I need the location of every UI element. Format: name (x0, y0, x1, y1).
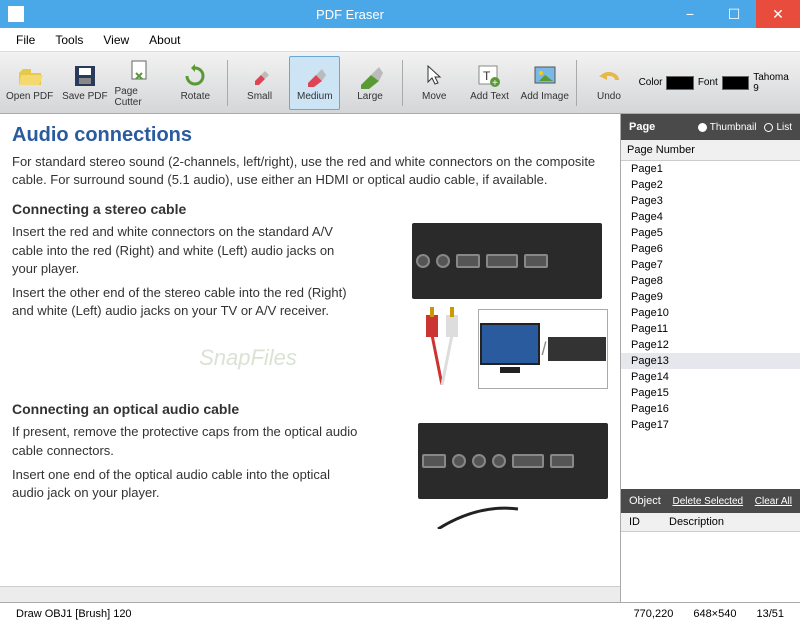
status-coords: 770,220 (624, 608, 684, 620)
save-pdf-button[interactable]: Save PDF (59, 56, 110, 110)
optical-cable-icon (418, 499, 608, 529)
folder-open-icon (16, 63, 44, 89)
content-area: Audio connections For standard stereo so… (0, 114, 800, 602)
delete-selected-link[interactable]: Delete Selected (672, 496, 743, 507)
color-picker[interactable] (666, 76, 693, 90)
undo-icon (595, 63, 623, 89)
page-cutter-button[interactable]: Page Cutter (114, 56, 165, 110)
object-panel-header: Object Delete Selected Clear All (621, 489, 800, 513)
window-controls: − ☐ ✕ (668, 0, 800, 28)
page-list-item[interactable]: Page12 (621, 337, 800, 353)
menu-file[interactable]: File (6, 31, 45, 49)
cursor-icon (420, 63, 448, 89)
figure-device-back-2 (418, 423, 608, 529)
page-list-item[interactable]: Page2 (621, 177, 800, 193)
doc-subheading: Connecting a stereo cable (12, 201, 608, 217)
separator (402, 60, 403, 106)
separator (576, 60, 577, 106)
object-header-label: Object (629, 495, 661, 507)
page-list-item[interactable]: Page4 (621, 209, 800, 225)
page-list-item[interactable]: Page5 (621, 225, 800, 241)
font-color-picker[interactable] (722, 76, 749, 90)
page-panel-header: Page Thumbnail List (621, 114, 800, 140)
page-list-item[interactable]: Page9 (621, 289, 800, 305)
page-list-item[interactable]: Page8 (621, 273, 800, 289)
separator (227, 60, 228, 106)
rca-cable-icon (412, 305, 472, 385)
doc-subheading: Connecting an optical audio cable (12, 401, 608, 417)
minimize-button[interactable]: − (668, 0, 712, 28)
horizontal-scrollbar[interactable] (0, 586, 620, 602)
clear-all-link[interactable]: Clear All (755, 496, 792, 507)
page-list-item[interactable]: Page16 (621, 401, 800, 417)
object-desc-col[interactable]: Description (661, 513, 732, 531)
document-view[interactable]: Audio connections For standard stereo so… (0, 114, 620, 602)
menu-tools[interactable]: Tools (45, 31, 93, 49)
window-title: PDF Eraser (32, 7, 668, 22)
page-list-item[interactable]: Page6 (621, 241, 800, 257)
titlebar: PDF Eraser − ☐ ✕ (0, 0, 800, 28)
doc-paragraph: Insert the red and white connectors on t… (12, 223, 358, 278)
font-value[interactable]: Tahoma 9 (753, 72, 796, 94)
rotate-button[interactable]: Rotate (170, 56, 221, 110)
image-icon (531, 63, 559, 89)
eraser-large-icon (356, 63, 384, 89)
page-list-item[interactable]: Page13 (621, 353, 800, 369)
toolbar: Open PDF Save PDF Page Cutter Rotate Sma… (0, 52, 800, 114)
page-list-item[interactable]: Page14 (621, 369, 800, 385)
text-icon: T+ (475, 63, 503, 89)
figure-device-back-1: / (412, 223, 608, 389)
page-column-header[interactable]: Page Number (621, 140, 800, 161)
eraser-small-icon (246, 63, 274, 89)
sidebar: Page Thumbnail List Page Number Page1Pag… (620, 114, 800, 602)
menu-view[interactable]: View (93, 31, 139, 49)
eraser-medium-icon (301, 63, 329, 89)
status-draw: Draw OBJ1 [Brush] 120 (6, 608, 142, 620)
doc-paragraph: For standard stereo sound (2-channels, l… (12, 153, 608, 189)
status-dims: 648×540 (683, 608, 746, 620)
page-list-item[interactable]: Page17 (621, 417, 800, 433)
toolbar-right: Color Font Tahoma 9 (639, 72, 796, 94)
list-radio[interactable]: List (764, 122, 792, 133)
font-label: Font (698, 77, 718, 88)
object-id-col[interactable]: ID (621, 513, 661, 531)
statusbar: Draw OBJ1 [Brush] 120 770,220 648×540 13… (0, 602, 800, 624)
doc-paragraph: Insert one end of the optical audio cabl… (12, 466, 358, 502)
add-text-button[interactable]: T+ Add Text (464, 56, 515, 110)
doc-paragraph: Insert the other end of the stereo cable… (12, 284, 358, 320)
open-pdf-button[interactable]: Open PDF (4, 56, 55, 110)
page-list-item[interactable]: Page15 (621, 385, 800, 401)
page-header-label: Page (629, 121, 655, 133)
thumbnail-radio[interactable]: Thumbnail (698, 122, 757, 133)
doc-paragraph: If present, remove the protective caps f… (12, 423, 358, 459)
page-list-item[interactable]: Page7 (621, 257, 800, 273)
svg-text:T: T (483, 69, 491, 83)
page-list-item[interactable]: Page3 (621, 193, 800, 209)
menu-about[interactable]: About (139, 31, 190, 49)
doc-heading: Audio connections (12, 124, 608, 147)
object-columns: ID Description (621, 513, 800, 532)
page-list-item[interactable]: Page11 (621, 321, 800, 337)
menubar: File Tools View About (0, 28, 800, 52)
undo-button[interactable]: Undo (583, 56, 634, 110)
page-list[interactable]: Page1Page2Page3Page4Page5Page6Page7Page8… (621, 161, 800, 489)
eraser-medium-button[interactable]: Medium (289, 56, 340, 110)
floppy-disk-icon (71, 63, 99, 89)
color-label: Color (639, 77, 663, 88)
object-list[interactable] (621, 532, 800, 602)
rotate-icon (181, 63, 209, 89)
page-list-item[interactable]: Page10 (621, 305, 800, 321)
svg-text:+: + (492, 78, 498, 88)
add-image-button[interactable]: Add Image (519, 56, 570, 110)
scissors-icon (126, 58, 154, 84)
eraser-large-button[interactable]: Large (344, 56, 395, 110)
maximize-button[interactable]: ☐ (712, 0, 756, 28)
watermark: SnapFiles (199, 345, 297, 371)
move-button[interactable]: Move (409, 56, 460, 110)
eraser-small-button[interactable]: Small (234, 56, 285, 110)
page-list-item[interactable]: Page1 (621, 161, 800, 177)
close-button[interactable]: ✕ (756, 0, 800, 28)
status-page: 13/51 (746, 608, 794, 620)
app-icon (8, 6, 24, 22)
